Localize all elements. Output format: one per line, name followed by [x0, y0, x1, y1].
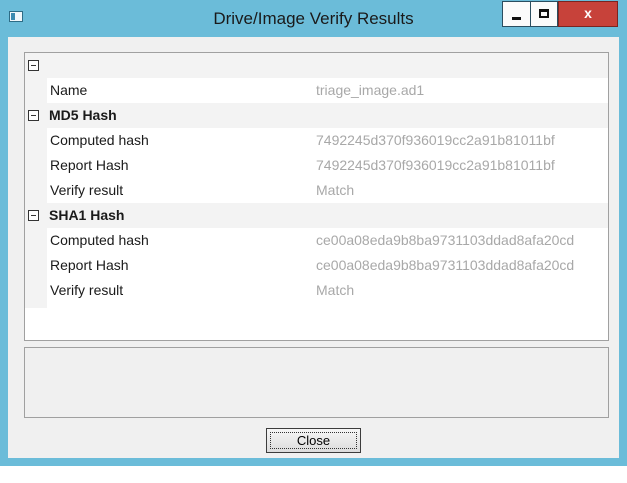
- category-row-root[interactable]: [25, 53, 608, 78]
- category-row-md5[interactable]: MD5 Hash: [25, 103, 608, 128]
- background-strip: [0, 466, 627, 483]
- property-value: ce00a08eda9b8ba9731103ddad8afa20cd: [316, 232, 575, 248]
- property-row-name[interactable]: Name triage_image.ad1: [25, 78, 608, 103]
- property-value: 7492245d370f936019cc2a91b81011bf: [316, 157, 555, 173]
- collapse-toggle-icon[interactable]: [28, 110, 39, 121]
- collapse-toggle-icon[interactable]: [28, 60, 39, 71]
- description-panel: [24, 347, 609, 418]
- property-grid[interactable]: Name triage_image.ad1 MD5 Hash Computed …: [24, 52, 609, 341]
- dialog-client-area: Name triage_image.ad1 MD5 Hash Computed …: [8, 37, 619, 458]
- category-label: SHA1 Hash: [49, 207, 125, 223]
- collapse-toggle-icon[interactable]: [28, 210, 39, 221]
- property-value: ce00a08eda9b8ba9731103ddad8afa20cd: [316, 257, 575, 273]
- close-icon: x: [584, 5, 592, 21]
- property-name: Name: [50, 82, 88, 98]
- minimize-button[interactable]: [502, 1, 530, 27]
- property-row-sha1-computed[interactable]: Computed hash ce00a08eda9b8ba9731103ddad…: [25, 228, 608, 253]
- maximize-button[interactable]: [530, 1, 558, 27]
- property-name: Verify result: [50, 182, 124, 198]
- property-value: triage_image.ad1: [316, 82, 425, 98]
- property-name: Verify result: [50, 282, 124, 298]
- property-name: Computed hash: [50, 132, 149, 148]
- close-button-label: Close: [270, 432, 357, 449]
- property-value: Match: [316, 182, 355, 198]
- category-row-sha1[interactable]: SHA1 Hash: [25, 203, 608, 228]
- property-row-md5-report[interactable]: Report Hash 7492245d370f936019cc2a91b810…: [25, 153, 608, 178]
- category-label: MD5 Hash: [49, 107, 117, 123]
- property-name: Report Hash: [50, 257, 129, 273]
- property-name: Computed hash: [50, 232, 149, 248]
- window-close-button[interactable]: x: [558, 1, 618, 27]
- property-value: Match: [316, 282, 355, 298]
- property-row-md5-verify[interactable]: Verify result Match: [25, 178, 608, 203]
- close-button[interactable]: Close: [266, 428, 361, 453]
- property-value: 7492245d370f936019cc2a91b81011bf: [316, 132, 555, 148]
- property-row-sha1-report[interactable]: Report Hash ce00a08eda9b8ba9731103ddad8a…: [25, 253, 608, 278]
- property-row-sha1-verify[interactable]: Verify result Match: [25, 278, 608, 303]
- dialog-window: Drive/Image Verify Results x Name triage…: [0, 0, 627, 466]
- property-row-md5-computed[interactable]: Computed hash 7492245d370f936019cc2a91b8…: [25, 128, 608, 153]
- title-bar[interactable]: Drive/Image Verify Results x: [0, 0, 627, 37]
- property-name: Report Hash: [50, 157, 129, 173]
